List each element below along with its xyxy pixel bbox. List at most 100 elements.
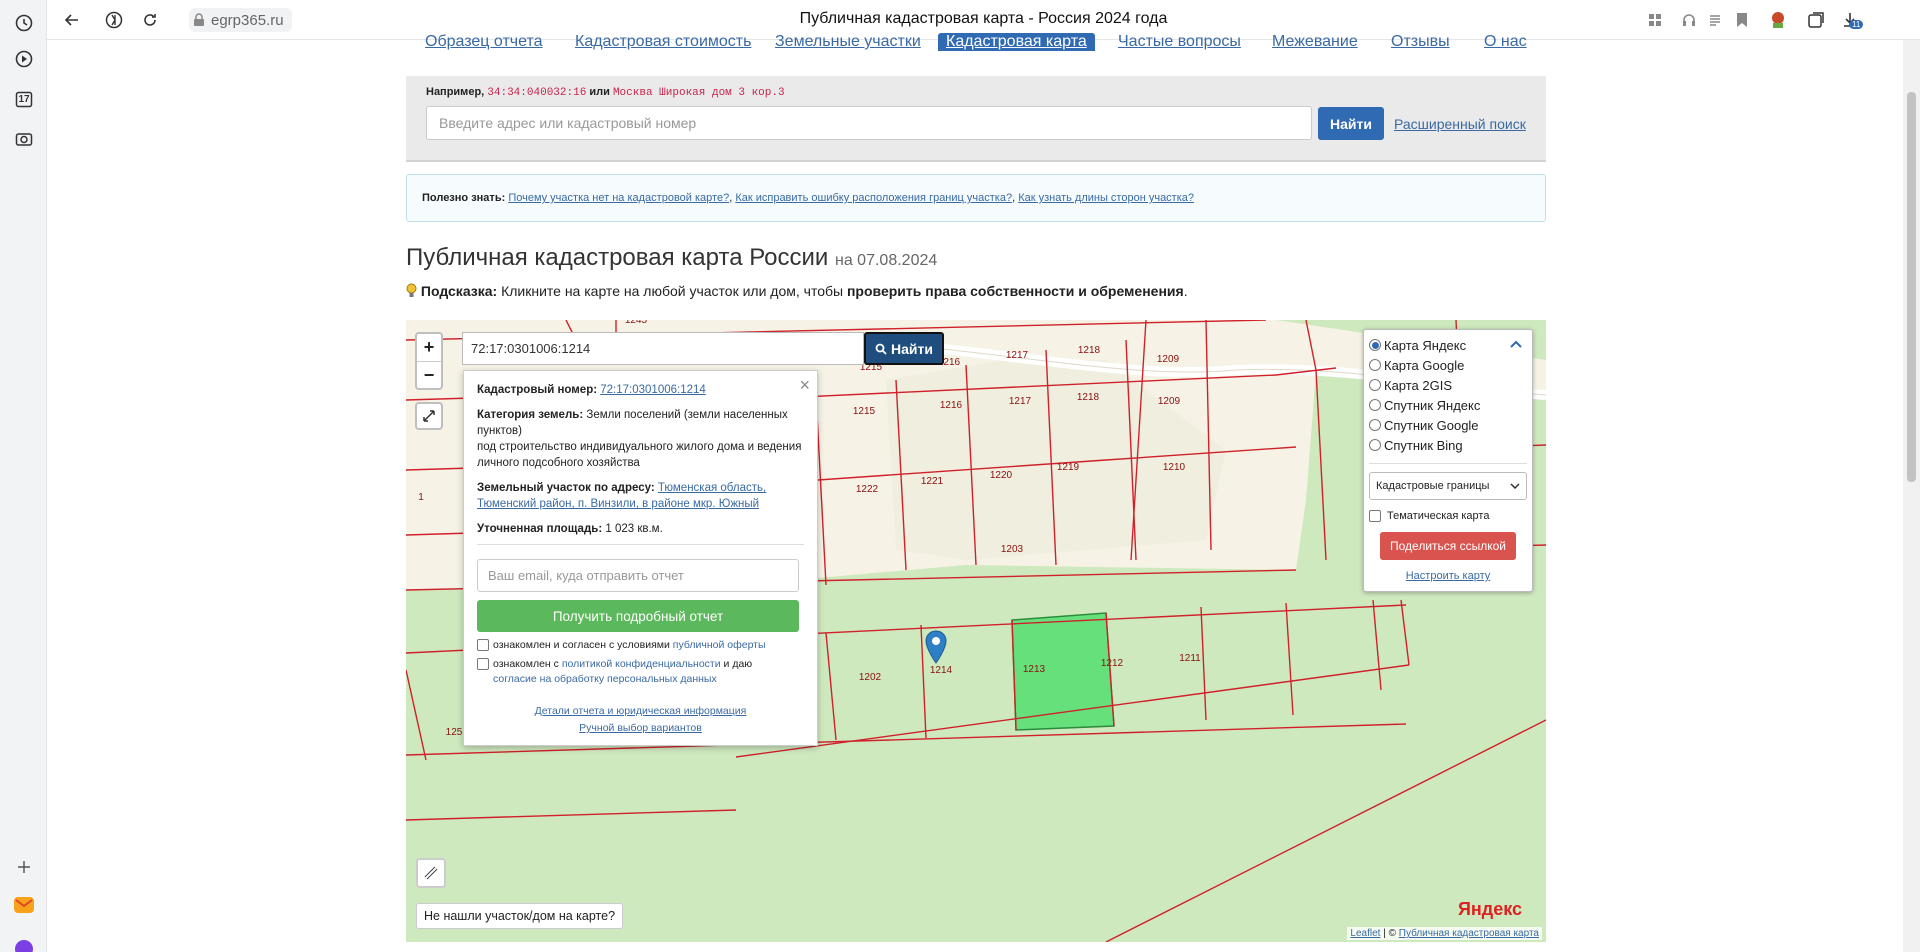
apps-icon[interactable] xyxy=(1644,9,1666,31)
search-example: Например, 34:34:040032:16 или Москва Шир… xyxy=(426,86,785,99)
consent-link[interactable]: согласие на обработку персональных данны… xyxy=(493,673,717,685)
search-input[interactable]: Введите адрес или кадастровый номер xyxy=(426,106,1312,140)
search-panel: Например, 34:34:040032:16 или Москва Шир… xyxy=(406,76,1546,162)
email-field[interactable]: Ваш email, куда отправить отчет xyxy=(477,559,799,592)
radio[interactable] xyxy=(1369,419,1381,431)
get-report-button[interactable]: Получить подробный отчет xyxy=(477,600,799,632)
radio[interactable] xyxy=(1369,359,1381,371)
thematic-label: Тематическая карта xyxy=(1387,510,1490,522)
add-panel-icon[interactable] xyxy=(13,856,35,878)
nav-surveying[interactable]: Межевание xyxy=(1272,33,1358,51)
nav-cadastral-value[interactable]: Кадастровая стоимость xyxy=(575,33,751,51)
nav-land-plots[interactable]: Земельные участки xyxy=(775,33,921,51)
parcel-label: 1219 xyxy=(1057,462,1080,473)
back-icon[interactable] xyxy=(61,9,83,31)
zoom-control: + − xyxy=(415,332,443,390)
lightbulb-icon xyxy=(406,283,417,297)
layer-yandex-map[interactable]: Карта Яндекс xyxy=(1369,335,1527,355)
map-search-input[interactable]: 72:17:0301006:1214 xyxy=(462,332,864,365)
overlay-select[interactable]: Кадастровые границы xyxy=(1369,472,1527,500)
radio[interactable] xyxy=(1369,439,1381,451)
zoom-out-button[interactable]: − xyxy=(417,361,441,388)
nav-faq[interactable]: Частые вопросы xyxy=(1118,33,1241,51)
layer-google-sat[interactable]: Спутник Google xyxy=(1369,415,1527,435)
scrollbar-thumb[interactable] xyxy=(1907,92,1916,482)
extension-icon[interactable] xyxy=(1767,9,1789,31)
collapse-icon[interactable] xyxy=(1510,336,1522,351)
page-scrollbar[interactable] xyxy=(1903,40,1920,952)
agree-offer-checkbox[interactable] xyxy=(477,639,489,651)
downloads-icon[interactable]: 11 xyxy=(1839,9,1864,31)
usage-value: под строительство индивидуального жилого… xyxy=(477,441,802,469)
fullscreen-button[interactable] xyxy=(415,402,443,430)
calendar-icon[interactable]: 17 xyxy=(13,88,35,110)
nav-report-sample[interactable]: Образец отчета xyxy=(425,33,543,51)
layer-google-map[interactable]: Карта Google xyxy=(1369,355,1527,375)
example-code[interactable]: 34:34:040032:16 xyxy=(487,87,586,99)
pkk-link[interactable]: Публичная кадастровая карта xyxy=(1399,928,1539,939)
leaflet-link[interactable]: Leaflet xyxy=(1350,928,1380,939)
radio[interactable] xyxy=(1369,399,1381,411)
address-label: Земельный участок по адресу: xyxy=(477,482,655,494)
history-icon[interactable] xyxy=(13,12,35,34)
map-marker-icon[interactable] xyxy=(925,630,947,669)
thematic-toggle[interactable]: Тематическая карта xyxy=(1369,510,1527,522)
layer-yandex-sat[interactable]: Спутник Яндекс xyxy=(1369,395,1527,415)
parcel-label: 1218 xyxy=(1077,392,1100,403)
headphones-icon[interactable] xyxy=(1678,9,1700,31)
map-search-button[interactable]: Найти xyxy=(864,332,944,365)
advanced-search-link[interactable]: Расширенный поиск xyxy=(1394,116,1526,132)
screenshot-icon[interactable] xyxy=(13,128,35,150)
example-address[interactable]: Москва Широкая дом 3 кор.3 xyxy=(613,87,785,99)
yandex-logo: Яндекс xyxy=(1457,899,1522,919)
area-row: Уточненная площадь: 1 023 кв.м. xyxy=(477,521,804,537)
agree-privacy-mid: и даю xyxy=(723,658,753,670)
popup-links: Детали отчета и юридическая информация Р… xyxy=(477,703,804,737)
nav-reviews[interactable]: Отзывы xyxy=(1391,33,1450,51)
layer-2gis-map[interactable]: Карта 2GIS xyxy=(1369,375,1527,395)
overlay-value: Кадастровые границы xyxy=(1376,480,1490,492)
layer-bing-sat[interactable]: Спутник Bing xyxy=(1369,435,1527,455)
example-or: или xyxy=(589,86,610,98)
nav-about[interactable]: О нас xyxy=(1484,33,1527,51)
privacy-link[interactable]: политикой конфиденциальности xyxy=(562,658,721,670)
zoom-in-button[interactable]: + xyxy=(417,334,441,361)
info-link-missing[interactable]: Почему участка нет на кадастровой карте? xyxy=(508,192,729,204)
category-row: Категория земель: Земли поселений (земли… xyxy=(477,407,804,471)
yandex-icon[interactable] xyxy=(103,9,125,31)
lock-icon xyxy=(194,13,204,26)
not-found-button[interactable]: Не нашли участок/дом на карте? xyxy=(416,903,624,929)
configure-map-link[interactable]: Настроить карту xyxy=(1369,570,1527,582)
offer-link[interactable]: публичной оферты xyxy=(673,639,766,651)
page-title-bar: Публичная кадастровая карта - Россия 202… xyxy=(799,10,1168,27)
search-button[interactable]: Найти xyxy=(1318,107,1384,140)
agree-privacy-checkbox[interactable] xyxy=(477,658,489,670)
parcel-label: 1220 xyxy=(990,470,1013,481)
mail-icon[interactable] xyxy=(13,894,35,916)
reader-icon[interactable] xyxy=(1704,9,1726,31)
parcel-label: 1211 xyxy=(1179,653,1201,664)
share-link-button[interactable]: Поделиться ссылкой xyxy=(1380,532,1516,560)
thematic-checkbox[interactable] xyxy=(1369,510,1381,522)
hint-text: Кликните на карте на любой участок или д… xyxy=(501,283,844,299)
radio[interactable] xyxy=(1369,379,1381,391)
address-bar[interactable]: egrp365.ru xyxy=(189,8,292,32)
hint-label: Подсказка: xyxy=(420,283,498,299)
ruler-button[interactable] xyxy=(416,858,446,888)
details-link[interactable]: Детали отчета и юридическая информация xyxy=(535,705,747,717)
close-icon[interactable]: × xyxy=(799,375,810,396)
assistant-icon[interactable] xyxy=(13,938,35,952)
info-link-side-lengths[interactable]: Как узнать длины сторон участка? xyxy=(1018,192,1194,204)
info-link-fix-error[interactable]: Как исправить ошибку расположения границ… xyxy=(735,192,1012,204)
cadastral-map[interactable]: 1245124412151216121712181209125212151216… xyxy=(406,320,1546,942)
example-prefix: Например, xyxy=(426,86,485,98)
reload-icon[interactable] xyxy=(139,9,161,31)
nav-cadastral-map[interactable]: Кадастровая карта xyxy=(938,33,1095,51)
cad-number-link[interactable]: 72:17:0301006:1214 xyxy=(600,384,706,396)
manual-selection-link[interactable]: Ручной выбор вариантов xyxy=(579,722,702,734)
collections-icon[interactable] xyxy=(1805,9,1827,31)
bookmark-icon[interactable] xyxy=(1731,9,1753,31)
browser-sidebar: 17 xyxy=(0,0,47,952)
radio[interactable] xyxy=(1369,339,1381,351)
play-icon[interactable] xyxy=(13,48,35,70)
